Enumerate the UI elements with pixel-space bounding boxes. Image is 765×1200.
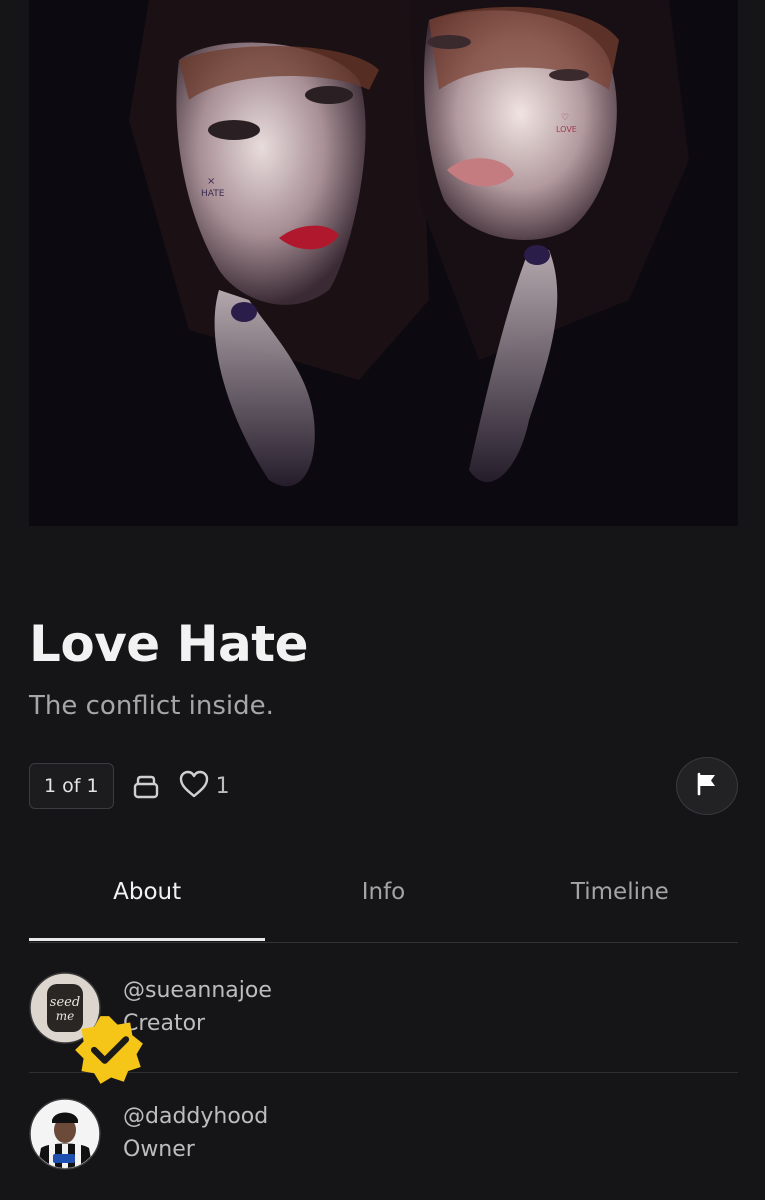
creator-role-label: Creator <box>123 1011 206 1036</box>
stack-icon <box>130 770 162 802</box>
stats-row: 1 of 1 1 <box>29 762 230 810</box>
svg-text:LOVE: LOVE <box>556 125 577 134</box>
flag-icon <box>695 772 719 800</box>
heart-icon <box>178 769 210 803</box>
owner-handle[interactable]: @daddyhood <box>123 1101 268 1133</box>
like-button[interactable]: 1 <box>178 769 230 803</box>
like-count: 1 <box>215 773 230 799</box>
svg-text:×: × <box>207 176 215 187</box>
edition-badge: 1 of 1 <box>29 763 114 809</box>
artwork-illustration: × HATE ♡ LOVE <box>29 0 738 526</box>
creator-row[interactable]: seed me @sueannajoe Creator <box>29 944 738 1084</box>
tab-info[interactable]: Info <box>265 862 501 922</box>
owner-role-label: Owner <box>123 1137 195 1162</box>
tab-about[interactable]: About <box>29 862 266 941</box>
artwork-image[interactable]: × HATE ♡ LOVE <box>29 0 738 526</box>
tab-bar: About Info Timeline <box>29 862 738 943</box>
creator-handle[interactable]: @sueannajoe <box>123 975 272 1007</box>
report-button[interactable] <box>676 757 738 815</box>
owner-avatar[interactable] <box>29 1098 101 1170</box>
artwork-title: Love Hate <box>29 615 309 673</box>
svg-text:seed: seed <box>50 995 80 1010</box>
artwork-description: The conflict inside. <box>29 691 274 721</box>
verified-badge-icon <box>73 1014 143 1084</box>
svg-text:me: me <box>56 1009 74 1023</box>
svg-text:♡: ♡ <box>561 113 569 123</box>
owner-row[interactable]: @daddyhood Owner <box>29 1074 738 1194</box>
creator-avatar[interactable]: seed me <box>29 972 143 1084</box>
svg-text:HATE: HATE <box>201 189 225 199</box>
tab-timeline[interactable]: Timeline <box>502 862 738 922</box>
